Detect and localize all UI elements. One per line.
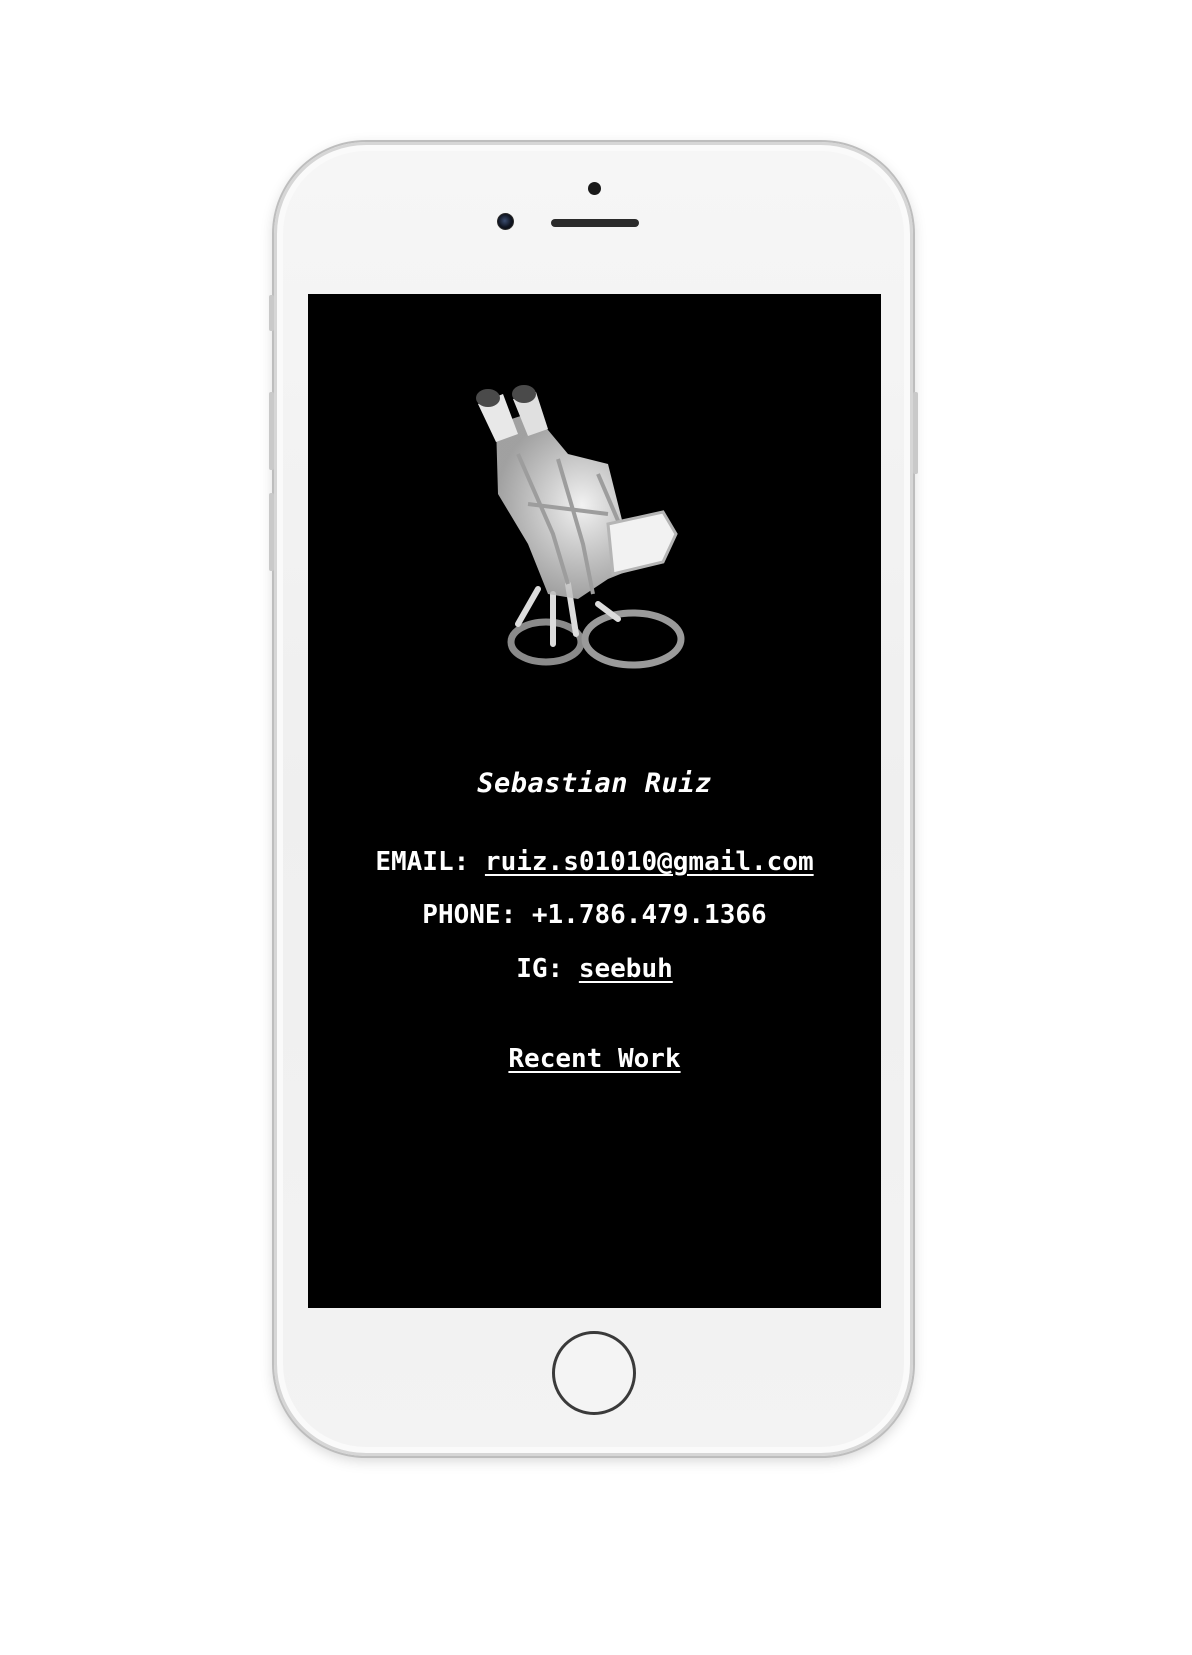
phone-line: PHONE: +1.786.479.1366: [308, 900, 881, 930]
front-camera-icon: [497, 213, 514, 230]
phone-label: PHONE:: [422, 900, 532, 930]
home-button[interactable]: [552, 1331, 636, 1415]
earpiece-speaker: [551, 219, 639, 227]
email-line: EMAIL: ruiz.s01010@gmail.com: [308, 847, 881, 877]
ig-label: IG:: [516, 954, 579, 984]
email-label: EMAIL:: [375, 847, 485, 877]
phone-value: +1.786.479.1366: [531, 900, 767, 930]
phone-screen: Sebastian Ruiz EMAIL: ruiz.s01010@gmail.…: [308, 294, 881, 1308]
harness-sculpture-image: [458, 384, 728, 674]
mute-switch: [269, 295, 274, 331]
profile-name: Sebastian Ruiz: [477, 768, 712, 799]
volume-up-button: [269, 392, 274, 470]
email-link[interactable]: ruiz.s01010@gmail.com: [485, 847, 814, 877]
front-sensor-dot: [588, 182, 601, 195]
instagram-link[interactable]: seebuh: [579, 954, 673, 984]
recent-work-link[interactable]: Recent Work: [508, 1044, 680, 1074]
power-button: [913, 392, 918, 474]
instagram-line: IG: seebuh: [308, 954, 881, 984]
volume-down-button: [269, 493, 274, 571]
recent-work-container: Recent Work: [308, 1044, 881, 1074]
